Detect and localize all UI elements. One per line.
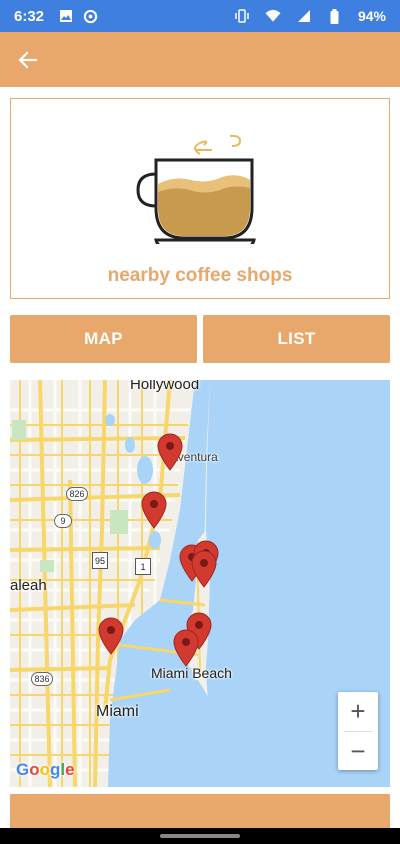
map-label-miami-beach: Miami Beach [151,665,232,681]
google-attribution-logo: Google [16,760,75,779]
back-button[interactable] [16,48,40,72]
image-icon [58,8,74,24]
map-tab-button[interactable]: MAP [10,315,197,363]
status-bar: 6:32 94% [0,0,400,32]
hero-title: nearby coffee shops [107,265,293,286]
zoom-controls: + − [338,692,378,770]
map-label-miami: Miami [96,703,139,720]
vibrate-icon [234,8,250,24]
signal-icon [296,8,312,24]
map-marker-pin[interactable] [157,433,183,471]
status-time: 6:32 [14,7,45,25]
coffee-cup-icon [136,134,256,244]
zoom-out-button[interactable]: − [338,732,378,771]
map-label-hialeah: aleah [10,577,47,594]
system-nav-bar [0,828,400,844]
road-shield-836: 836 [31,672,53,686]
battery-percent: 94% [357,8,386,24]
app-bar [0,32,400,87]
data-saver-icon [82,8,98,24]
zoom-in-button[interactable]: + [338,692,378,731]
interstate-shield-95: 95 [92,552,108,569]
map-marker-pin[interactable] [191,550,217,588]
map-view[interactable]: Hollywood Aventura aleah Miami Beach Mia… [10,380,390,787]
battery-icon [327,8,343,24]
list-tab-button[interactable]: LIST [203,315,390,363]
hero-card: nearby coffee shops [10,98,390,299]
road-shield-9: 9 [54,514,72,528]
us-shield-1: 1 [135,558,151,575]
home-gesture-handle[interactable] [160,834,240,838]
map-marker-pin[interactable] [141,491,167,529]
bottom-action-bar[interactable] [10,794,390,828]
map-marker-pin[interactable] [173,629,199,667]
arrow-left-icon [18,50,38,69]
wifi-icon [265,8,281,24]
map-label-hollywood: Hollywood [130,380,200,393]
map-marker-pin[interactable] [98,617,124,655]
road-shield-826: 826 [66,487,88,501]
